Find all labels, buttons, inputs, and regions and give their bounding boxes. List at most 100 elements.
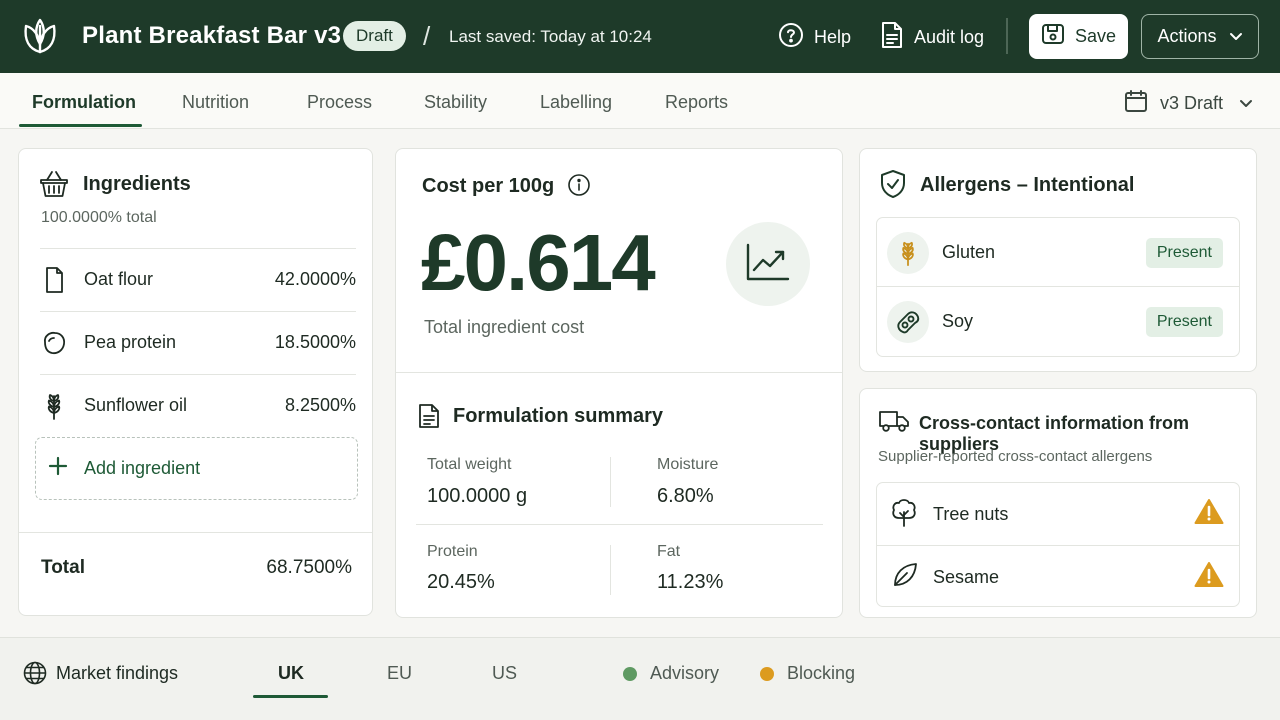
wheat-icon	[40, 392, 68, 420]
cross-contact-row[interactable]: Tree nuts	[877, 483, 1240, 545]
metric-value: 6.80%	[657, 485, 714, 507]
actions-label: Actions	[1157, 26, 1217, 46]
cross-contact-name: Tree nuts	[933, 503, 1009, 524]
market-tab-us[interactable]: US	[492, 663, 517, 684]
save-button[interactable]: Save	[1029, 14, 1128, 59]
file-icon	[40, 266, 68, 294]
allergen-row[interactable]: Gluten Present	[877, 218, 1239, 287]
actions-menu-button[interactable]: Actions	[1141, 14, 1259, 59]
soy-icon	[887, 300, 929, 343]
ingredients-total-pct: 100.0000% total	[41, 209, 157, 226]
status-badge: Draft	[343, 21, 406, 51]
header-divider	[1006, 18, 1008, 54]
cost-card: Cost per 100g £0.614 Total ingredient co…	[395, 148, 843, 618]
cross-contact-row[interactable]: Sesame	[877, 546, 1240, 608]
active-market-indicator	[253, 695, 328, 698]
market-tab-uk[interactable]: UK	[278, 663, 304, 684]
trend-badge	[726, 222, 810, 306]
ingredient-percent: 8.2500%	[284, 395, 356, 415]
title-separator: /	[423, 21, 431, 51]
ingredients-card: Ingredients 100.0000% total Oat flour 42…	[18, 148, 373, 616]
metric-value: 11.23%	[657, 571, 724, 593]
cost-title: Cost per 100g	[422, 175, 555, 197]
legend-advisory: Advisory	[623, 663, 719, 684]
metric-label: Fat	[657, 543, 681, 560]
legend-label: Advisory	[650, 663, 720, 683]
allergen-row[interactable]: Soy Present	[877, 287, 1239, 356]
leaf-icon	[891, 561, 919, 594]
market-findings-bar: Market findings UK EU US Advisory Blocki…	[0, 637, 1280, 720]
shield-check-icon	[880, 169, 906, 204]
add-ingredient-label: Add ingredient	[84, 458, 201, 478]
document-icon	[418, 403, 440, 434]
info-icon[interactable]	[567, 173, 591, 202]
version-select-value: v3 Draft	[1160, 93, 1224, 113]
legend-label: Blocking	[787, 663, 856, 683]
market-tab-eu[interactable]: EU	[387, 663, 412, 684]
allergens-title: Allergens – Intentional	[920, 174, 1135, 196]
audit-log-label: Audit log	[914, 26, 985, 47]
ingredient-name: Oat flour	[84, 269, 154, 289]
market-findings-label: Market findings	[56, 663, 179, 683]
ingredients-title: Ingredients	[83, 173, 191, 195]
tab-reports[interactable]: Reports	[665, 92, 728, 113]
allergen-status-badge: Present	[1145, 237, 1223, 268]
warning-icon	[1194, 498, 1224, 530]
allergen-name: Gluten	[942, 242, 996, 262]
globe-icon	[23, 661, 47, 690]
version-select[interactable]: v3 Draft	[1124, 89, 1253, 118]
metric-divider	[610, 457, 611, 507]
calendar-icon	[1124, 89, 1148, 118]
last-saved-text: Last saved: Today at 10:24	[449, 27, 652, 46]
basket-icon	[39, 169, 69, 204]
ingredient-row[interactable]: Oat flour 42.0000%	[40, 248, 356, 310]
chevron-down-icon	[1239, 93, 1253, 114]
plus-icon	[48, 456, 68, 481]
advisory-dot	[623, 666, 637, 681]
cost-value: £0.614	[421, 218, 656, 307]
app-title: Plant Breakfast Bar v3	[82, 22, 342, 49]
save-label: Save	[1074, 26, 1117, 46]
metric-divider	[610, 545, 611, 595]
ingredient-row[interactable]: Pea protein 18.5000%	[40, 311, 356, 373]
metric-value: 100.0000 g	[427, 485, 528, 507]
help-label: Help	[814, 26, 852, 47]
metric-divider	[416, 524, 823, 525]
help-button[interactable]: Help	[778, 20, 851, 54]
truck-icon	[878, 409, 910, 438]
ingredient-percent: 18.5000%	[274, 332, 356, 352]
cost-caption: Total ingredient cost	[424, 317, 585, 337]
legend-blocking: Blocking	[760, 663, 855, 684]
warning-icon	[1194, 561, 1224, 593]
tab-stability[interactable]: Stability	[424, 92, 487, 113]
trend-chart-icon	[745, 242, 791, 287]
ingredient-row[interactable]: Sunflower oil 8.2500%	[40, 374, 356, 436]
blocking-dot	[760, 666, 774, 681]
ingredient-name: Sunflower oil	[84, 395, 188, 415]
metric-value: 20.45%	[427, 571, 495, 593]
leaf-logo-icon	[20, 16, 60, 56]
help-circle-icon	[778, 22, 804, 53]
tree-icon	[891, 497, 917, 532]
card-divider	[396, 372, 842, 373]
tab-process[interactable]: Process	[307, 92, 372, 113]
app-header: Plant Breakfast Bar v3 Draft / Last save…	[0, 0, 1280, 73]
ingredient-percent: 42.0000%	[274, 269, 356, 289]
pea-icon	[40, 329, 68, 357]
document-icon	[880, 21, 904, 54]
allergens-card: Allergens – Intentional Gluten Present S…	[859, 148, 1257, 372]
audit-log-button[interactable]: Audit log	[880, 20, 984, 54]
main-tabs: Formulation Nutrition Process Stability …	[0, 73, 1280, 129]
metric-label: Moisture	[657, 456, 719, 473]
tab-formulation[interactable]: Formulation	[32, 92, 136, 113]
save-icon	[1041, 22, 1065, 51]
summary-title: Formulation summary	[453, 405, 664, 427]
ingredient-name: Pea protein	[84, 332, 177, 352]
add-ingredient-button[interactable]: Add ingredient	[35, 437, 358, 500]
tab-nutrition[interactable]: Nutrition	[182, 92, 249, 113]
total-value: 68.7500%	[266, 557, 352, 578]
metric-label: Protein	[427, 543, 478, 560]
active-tab-indicator	[19, 124, 142, 127]
allergen-status-badge: Present	[1145, 306, 1223, 337]
tab-labelling[interactable]: Labelling	[540, 92, 612, 113]
